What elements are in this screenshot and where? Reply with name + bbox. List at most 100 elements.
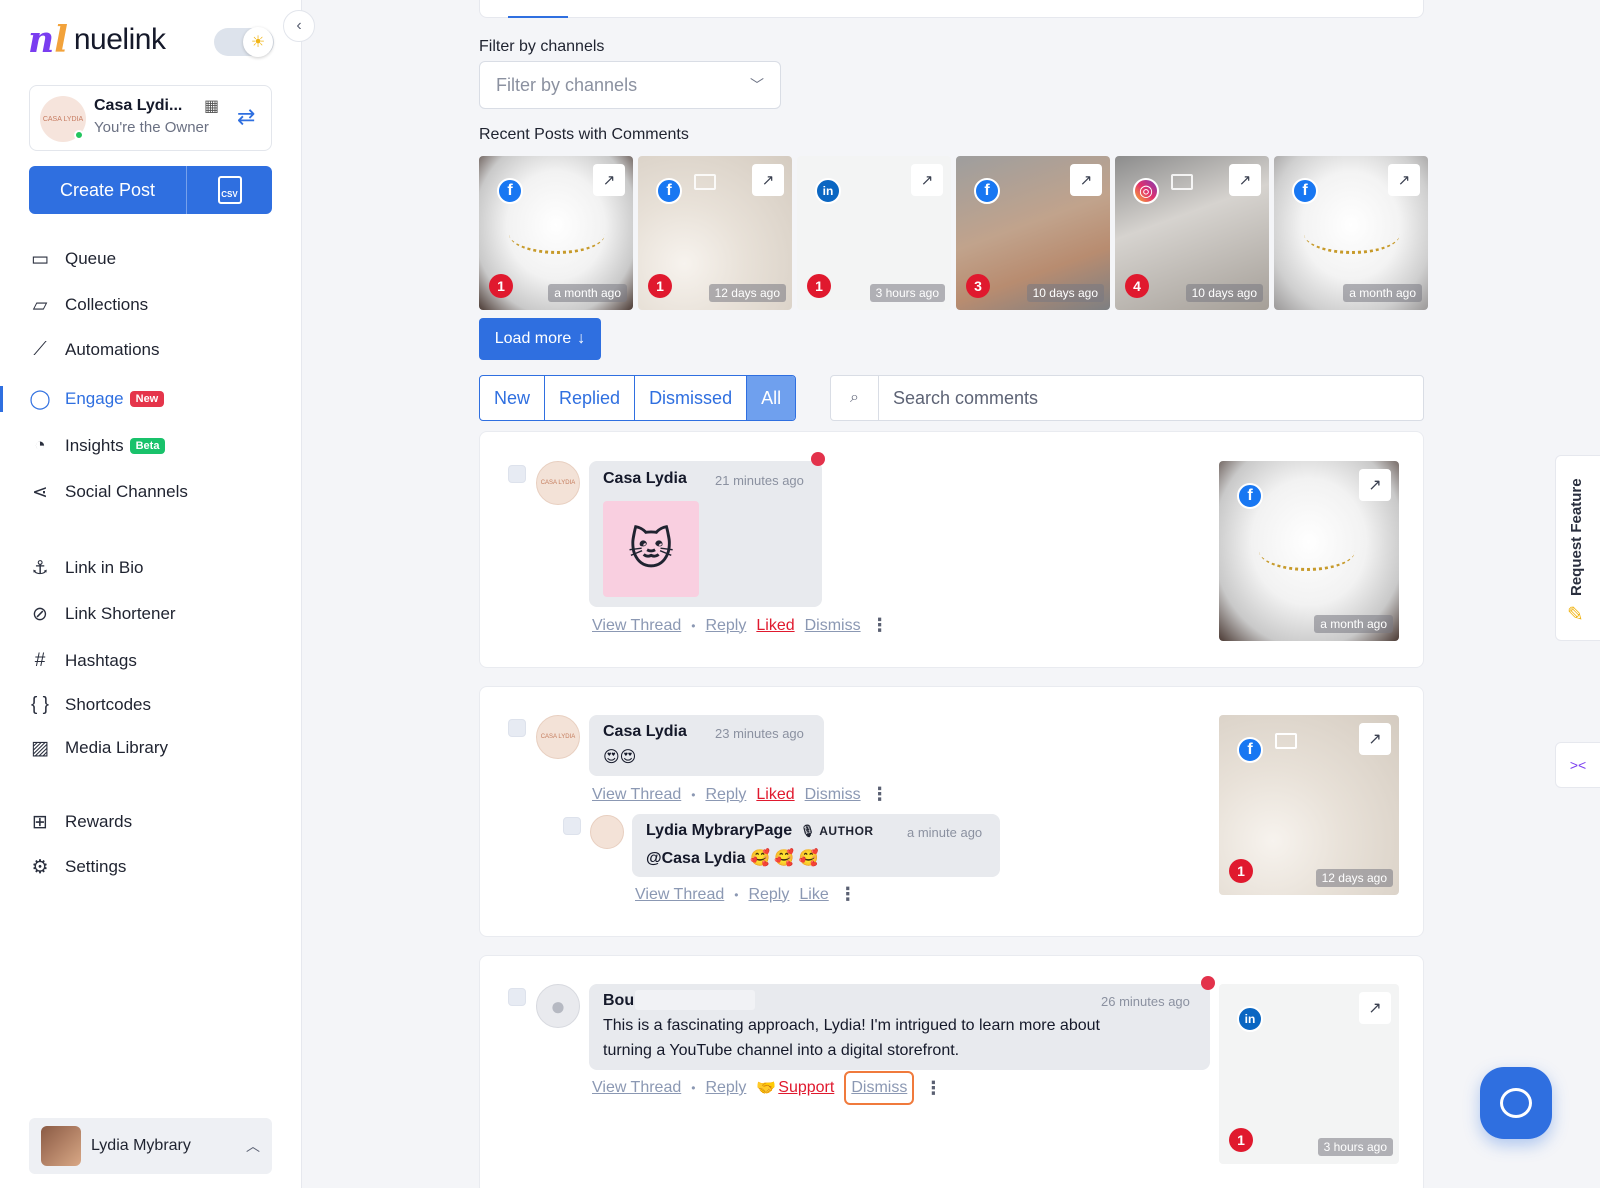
request-feature-label: Request Feature	[1568, 478, 1585, 596]
dismiss-highlight: Dismiss	[844, 1071, 915, 1105]
dismiss-link[interactable]: Dismiss	[851, 1079, 907, 1096]
nav-insights[interactable]: ◔ Insights Beta	[29, 431, 166, 461]
reply-link[interactable]: Reply	[705, 617, 746, 635]
avatar: CASA LYDIA	[536, 461, 580, 505]
image-icon	[1275, 733, 1297, 749]
nav-automations[interactable]: ⟋ Automations	[29, 335, 159, 365]
view-thread-link[interactable]: View Thread	[592, 1079, 681, 1097]
nav-shortcodes[interactable]: { } Shortcodes	[29, 690, 151, 720]
view-thread-link[interactable]: View Thread	[592, 617, 681, 635]
switch-workspace-icon[interactable]: ⇄	[237, 104, 255, 130]
tab-dismissed[interactable]: Dismissed	[635, 376, 748, 420]
logo-mark: nl	[28, 19, 68, 61]
more-options-icon[interactable]: ⋮	[871, 784, 889, 805]
workspace-role: You're the Owner	[94, 119, 209, 136]
reply-link[interactable]: Reply	[705, 786, 746, 804]
select-checkbox[interactable]	[508, 988, 526, 1006]
external-link-icon[interactable]: ↗	[1388, 164, 1420, 196]
post-thumbnail[interactable]: in ↗ 1 3 hours ago	[1219, 984, 1399, 1164]
more-options-icon[interactable]: ⋮	[871, 615, 889, 636]
dismiss-link[interactable]: Dismiss	[805, 786, 861, 804]
nav-queue-label: Queue	[65, 249, 117, 268]
workspace-switcher[interactable]: CASA LYDIA Casa Lydi... ▦ You're the Own…	[29, 85, 272, 151]
liked-link[interactable]: Liked	[756, 786, 794, 804]
nav-settings[interactable]: ⚙ Settings	[29, 852, 126, 882]
csv-upload-button[interactable]: CSV	[186, 166, 272, 214]
select-checkbox[interactable]	[563, 817, 581, 835]
post-age: 12 days ago	[708, 284, 786, 302]
nuelink-logo[interactable]: nl nuelink	[28, 18, 166, 62]
external-link-icon[interactable]: ↗	[1359, 469, 1391, 501]
tab-all[interactable]: All	[747, 376, 796, 420]
nav-rewards[interactable]: ⊞ Rewards	[29, 807, 132, 837]
more-options-icon[interactable]: ⋮	[839, 884, 857, 905]
new-badge: New	[129, 391, 165, 407]
more-options-icon[interactable]: ⋮	[924, 1078, 942, 1099]
theme-toggle[interactable]: ☀	[214, 27, 274, 57]
select-checkbox[interactable]	[508, 465, 526, 483]
csv-icon: CSV	[217, 176, 242, 204]
recent-post-thumb[interactable]: ◎ ↗ 4 10 days ago	[1115, 156, 1269, 310]
search-comments: ⌕	[830, 375, 1424, 421]
gift-icon: ⊞	[32, 811, 48, 833]
nav-social-channels[interactable]: ⋖ Social Channels	[29, 477, 188, 507]
support-link[interactable]: Support	[778, 1079, 834, 1097]
nav-insights-label: Insights	[65, 436, 124, 455]
avatar: CASA LYDIA	[536, 715, 580, 759]
support-link-wrap[interactable]: 🤝 Support	[756, 1078, 834, 1098]
external-link-icon[interactable]: ↗	[1229, 164, 1261, 196]
external-link-icon[interactable]: ↗	[593, 164, 625, 196]
linkedin-icon: in	[1237, 1006, 1263, 1032]
comment-text-line-2: turning a YouTube channel into a digital…	[603, 1042, 960, 1059]
nav-media-library[interactable]: ▨ Media Library	[29, 733, 168, 763]
reply-link[interactable]: Reply	[748, 886, 789, 904]
create-post-label[interactable]: Create Post	[29, 166, 186, 214]
external-link-icon[interactable]: ↗	[911, 164, 943, 196]
chat-support-button[interactable]	[1480, 1067, 1552, 1139]
nav-link-in-bio[interactable]: ⚓ Link in Bio	[29, 553, 143, 583]
facebook-icon: f	[497, 178, 523, 204]
recent-post-thumb[interactable]: f ↗ a month ago	[1274, 156, 1428, 310]
like-link[interactable]: Like	[799, 886, 828, 904]
user-menu[interactable]: Lydia Mybrary ︿	[29, 1118, 272, 1174]
nav-collections[interactable]: ▱ Collections	[29, 290, 148, 320]
linkedin-icon: in	[815, 178, 841, 204]
magic-wand-icon: ⟋	[33, 339, 47, 360]
filter-channels-select[interactable]: Filter by channels ﹀	[479, 61, 781, 109]
nav-queue[interactable]: ▭ Queue	[29, 244, 116, 274]
side-widget-button[interactable]: ><	[1555, 742, 1600, 788]
load-more-button[interactable]: Load more ↓	[479, 318, 601, 360]
recent-post-thumb[interactable]: in ↗ 1 3 hours ago	[797, 156, 951, 310]
external-link-icon[interactable]: ↗	[1359, 992, 1391, 1024]
reply-link[interactable]: Reply	[705, 1079, 746, 1097]
avatar	[590, 815, 624, 849]
create-post-button[interactable]: Create Post CSV	[29, 166, 272, 214]
post-thumbnail[interactable]: f ↗ a month ago	[1219, 461, 1399, 641]
recent-post-thumb[interactable]: f ↗ 3 10 days ago	[956, 156, 1110, 310]
recent-post-thumb[interactable]: f ↗ 1 a month ago	[479, 156, 633, 310]
nav-engage[interactable]: ◯ Engage New	[29, 384, 165, 414]
facebook-icon: f	[1292, 178, 1318, 204]
external-link-icon[interactable]: ↗	[1359, 723, 1391, 755]
view-thread-link[interactable]: View Thread	[592, 786, 681, 804]
request-feature-tab[interactable]: Request Feature ✎	[1555, 455, 1600, 641]
post-thumbnail[interactable]: f ↗ 1 12 days ago	[1219, 715, 1399, 895]
tab-new[interactable]: New	[480, 376, 546, 420]
dismiss-link[interactable]: Dismiss	[805, 617, 861, 635]
nav-link-shortener[interactable]: ⊘ Link Shortener	[29, 599, 176, 629]
search-input[interactable]	[879, 376, 1423, 420]
select-checkbox[interactable]	[508, 719, 526, 737]
external-link-icon[interactable]: ↗	[1070, 164, 1102, 196]
recent-post-thumb[interactable]: f ↗ 1 12 days ago	[638, 156, 792, 310]
comment-count-badge: 3	[966, 274, 990, 298]
facebook-icon: f	[1237, 483, 1263, 509]
liked-link[interactable]: Liked	[756, 617, 794, 635]
view-thread-link[interactable]: View Thread	[635, 886, 724, 904]
pie-chart-icon: ◔	[34, 435, 46, 456]
external-link-icon[interactable]: ↗	[752, 164, 784, 196]
tab-replied[interactable]: Replied	[545, 376, 636, 420]
facebook-icon: f	[974, 178, 1000, 204]
collapse-sidebar-button[interactable]: ‹	[283, 10, 315, 42]
nav-hashtags[interactable]: # Hashtags	[29, 646, 137, 676]
nav-collections-label: Collections	[65, 295, 149, 314]
